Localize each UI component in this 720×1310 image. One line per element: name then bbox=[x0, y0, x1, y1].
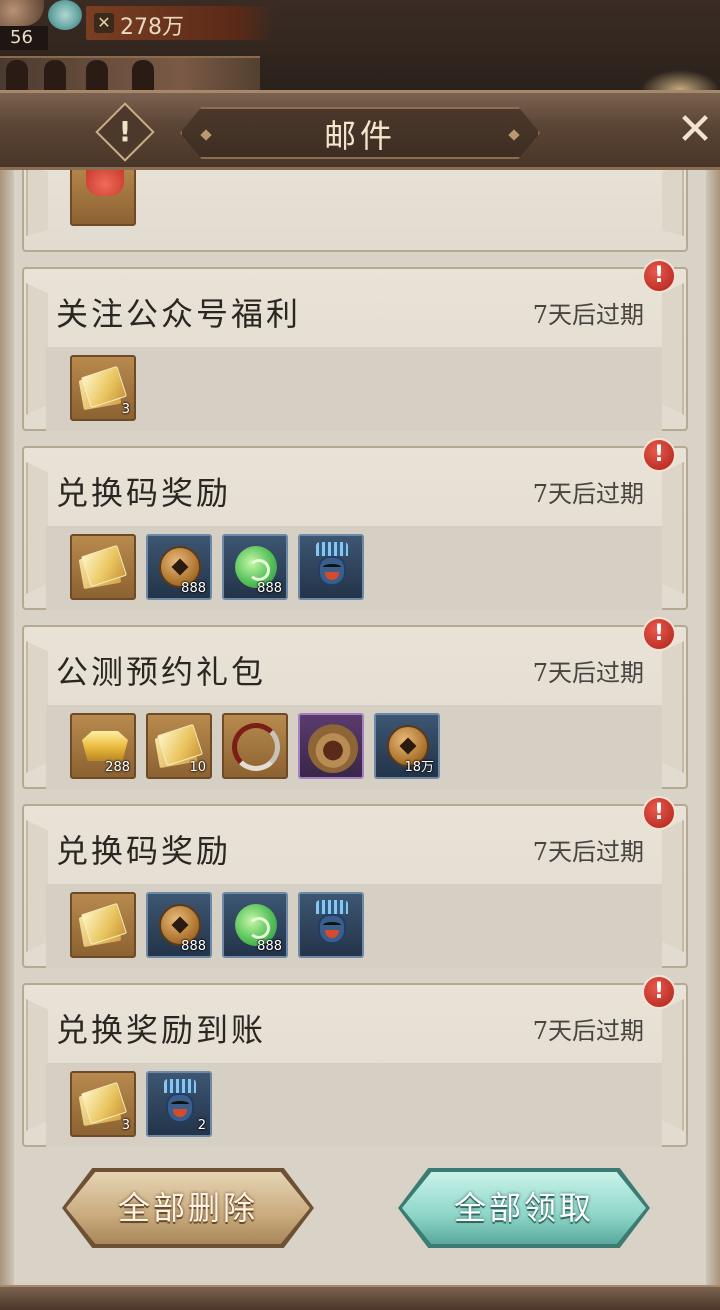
mail-items-row: 888 888 bbox=[46, 884, 662, 968]
reward-item[interactable]: 18万 bbox=[374, 713, 440, 779]
reward-item[interactable] bbox=[70, 892, 136, 958]
reward-item[interactable]: 888 bbox=[146, 892, 212, 958]
mail-expiry: 7天后过期 bbox=[532, 301, 644, 329]
mail-card[interactable]: 关注公众号福利 7天后过期 ! 3 bbox=[22, 259, 688, 431]
crossed-swords-icon: ✕ bbox=[94, 13, 114, 33]
item-quantity: 288 bbox=[105, 760, 130, 775]
mail-card[interactable]: 公测预约礼包 7天后过期 ! 288 10 18万 bbox=[22, 617, 688, 789]
claim-all-button[interactable]: 全部领取 bbox=[402, 1172, 646, 1244]
unread-alert-icon: ! bbox=[642, 617, 676, 651]
mail-title: 公测预约礼包 bbox=[56, 653, 267, 691]
unread-alert-icon: ! bbox=[642, 259, 676, 293]
mail-expiry: 7天后过期 bbox=[532, 480, 644, 508]
mail-dialog-header: ! 邮件 ✕ bbox=[0, 90, 720, 170]
close-icon[interactable]: ✕ bbox=[672, 105, 718, 155]
character-portrait-strip bbox=[0, 56, 260, 90]
reward-item[interactable]: 888 bbox=[146, 534, 212, 600]
mail-title: 兑换奖励到账 bbox=[56, 1011, 267, 1049]
mail-items-row: 288 10 18万 bbox=[46, 705, 662, 789]
blue-doll-icon bbox=[314, 900, 350, 948]
item-quantity: 18万 bbox=[404, 760, 434, 775]
reward-item[interactable] bbox=[70, 170, 136, 226]
gold-ingot-icon bbox=[82, 731, 128, 761]
combat-power-badge: ✕ 278万 bbox=[86, 6, 276, 40]
reward-item[interactable]: 10 bbox=[146, 713, 212, 779]
item-quantity: 3 bbox=[121, 402, 130, 417]
top-status-bar: 56 ✕ 278万 bbox=[0, 0, 720, 92]
reward-item[interactable]: 3 bbox=[70, 355, 136, 421]
item-quantity: 888 bbox=[181, 581, 206, 596]
delete-all-button[interactable]: 全部删除 bbox=[66, 1172, 310, 1244]
reward-item[interactable] bbox=[298, 713, 364, 779]
combat-power-value: 278万 bbox=[120, 15, 184, 40]
mail-items-row: 3 2 bbox=[46, 1063, 662, 1147]
player-level: 56 bbox=[0, 26, 48, 50]
reward-item[interactable]: 3 bbox=[70, 1071, 136, 1137]
mail-items-row bbox=[46, 170, 662, 226]
mail-items-row: 3 bbox=[46, 347, 662, 431]
item-quantity: 888 bbox=[257, 581, 282, 596]
mail-title: 兑换码奖励 bbox=[56, 474, 232, 512]
mail-card[interactable]: 兑换码奖励 7天后过期 ! 888 888 bbox=[22, 796, 688, 968]
item-quantity: 3 bbox=[121, 1118, 130, 1133]
dialog-title: 邮件 bbox=[323, 117, 396, 155]
dialog-bottom-border bbox=[0, 1285, 720, 1310]
reward-item[interactable]: 888 bbox=[222, 892, 288, 958]
mail-title: 关注公众号福利 bbox=[56, 295, 302, 333]
reward-item[interactable] bbox=[298, 534, 364, 600]
item-quantity: 10 bbox=[189, 760, 206, 775]
mail-items-row: 888 888 bbox=[46, 526, 662, 610]
blue-doll-icon bbox=[162, 1079, 198, 1127]
mail-expiry: 7天后过期 bbox=[532, 1017, 644, 1045]
reward-item[interactable]: 288 bbox=[70, 713, 136, 779]
ornament-icon bbox=[640, 70, 720, 90]
reward-item[interactable] bbox=[70, 534, 136, 600]
unread-alert-icon: ! bbox=[642, 796, 676, 830]
mail-list[interactable]: 关注公众号福利 7天后过期 ! 3 兑换码奖励 7天后过期 ! 888 888 bbox=[0, 170, 720, 1285]
reward-item[interactable]: 2 bbox=[146, 1071, 212, 1137]
reward-item[interactable] bbox=[222, 713, 288, 779]
ring-icon bbox=[232, 723, 280, 771]
blue-doll-icon bbox=[314, 542, 350, 590]
lion-head-icon bbox=[308, 723, 358, 773]
mail-expiry: 7天后过期 bbox=[532, 838, 644, 866]
mail-card[interactable] bbox=[22, 170, 688, 252]
item-quantity: 2 bbox=[197, 1118, 206, 1133]
unread-alert-icon: ! bbox=[642, 438, 676, 472]
mail-title: 兑换码奖励 bbox=[56, 832, 232, 870]
reward-item[interactable]: 888 bbox=[222, 534, 288, 600]
unread-alert-icon: ! bbox=[642, 975, 676, 1009]
player-avatar[interactable] bbox=[0, 0, 44, 26]
mail-card[interactable]: 兑换奖励到账 7天后过期 ! 3 2 bbox=[22, 975, 688, 1147]
mail-card[interactable]: 兑换码奖励 7天后过期 ! 888 888 bbox=[22, 438, 688, 610]
item-quantity: 888 bbox=[181, 939, 206, 954]
red-pouch-icon bbox=[86, 170, 124, 196]
mail-expiry: 7天后过期 bbox=[532, 659, 644, 687]
item-quantity: 888 bbox=[257, 939, 282, 954]
reward-item[interactable] bbox=[298, 892, 364, 958]
jade-gem-icon bbox=[48, 0, 82, 30]
